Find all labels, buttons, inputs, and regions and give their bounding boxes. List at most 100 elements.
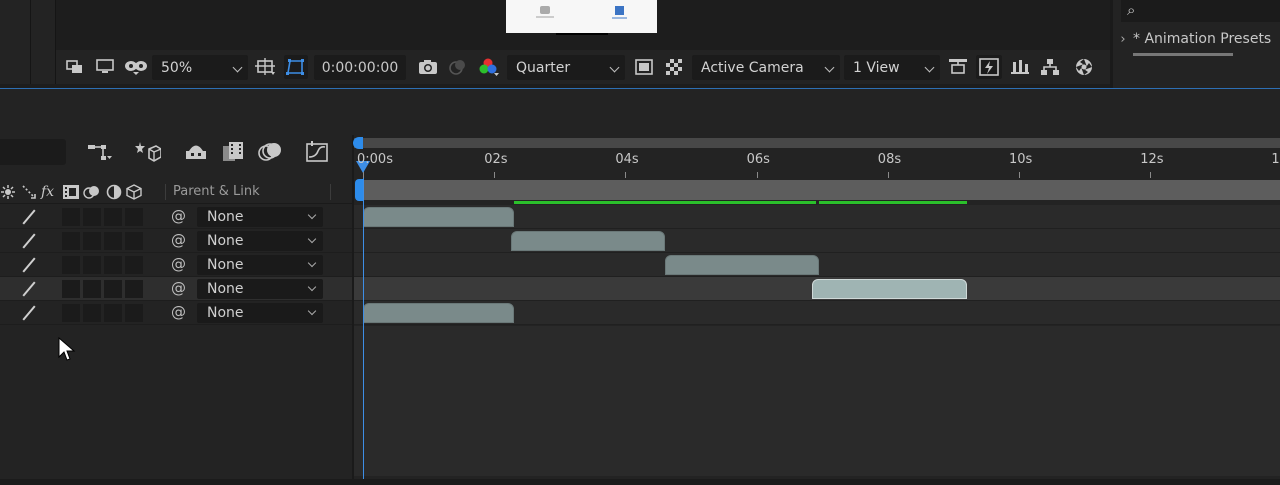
comp-flowchart-icon[interactable] — [86, 139, 114, 165]
switch-cell[interactable] — [62, 280, 80, 298]
layer-search-input[interactable] — [0, 139, 66, 165]
composition-preview[interactable] — [506, 0, 657, 33]
pick-whip-icon[interactable]: @ — [171, 279, 186, 297]
mask-visibility-icon[interactable] — [122, 55, 150, 79]
after-effects-window: 50% 0:00:00:00 Quarter Active Camera 1 V… — [0, 0, 1280, 485]
transparency-grid-icon[interactable] — [662, 55, 686, 79]
switch-cell[interactable] — [83, 232, 101, 250]
pick-whip-icon[interactable]: @ — [171, 207, 186, 225]
quality-switch-icon[interactable] — [21, 305, 37, 321]
monitor-icon[interactable] — [94, 55, 116, 79]
parent-dropdown[interactable]: None — [197, 231, 323, 251]
view-layout-value: 1 View — [853, 59, 900, 76]
parent-dropdown[interactable]: None — [197, 255, 323, 275]
shy-layers-icon[interactable] — [182, 139, 210, 165]
layer-bar-1[interactable] — [363, 207, 514, 227]
layer-row-3[interactable]: @ None — [0, 253, 352, 277]
switch-cell[interactable] — [104, 280, 122, 298]
quality-switch-icon[interactable] — [21, 209, 37, 225]
switch-cell[interactable] — [62, 232, 80, 250]
playhead-line[interactable] — [363, 167, 364, 485]
draft-3d-icon[interactable] — [134, 139, 162, 165]
fast-previews-icon[interactable] — [632, 55, 656, 79]
switch-cell[interactable] — [104, 208, 122, 226]
switch-cell[interactable] — [83, 208, 101, 226]
fast-preview-lightning-icon[interactable] — [976, 55, 1002, 79]
switch-cell[interactable] — [62, 256, 80, 274]
flowchart-icon[interactable] — [1038, 55, 1062, 79]
timeline-empty-area[interactable] — [354, 326, 1280, 476]
quality-switch-icon[interactable] — [21, 257, 37, 273]
preset-group-animation[interactable]: › * Animation Presets — [1113, 28, 1271, 50]
reset-exposure-icon[interactable] — [1072, 55, 1096, 79]
shy-switch-column-icon[interactable] — [0, 184, 16, 204]
layer-row-5[interactable]: @ None — [0, 301, 352, 325]
track-4[interactable] — [354, 277, 1280, 301]
layer-row-2[interactable]: @ None — [0, 229, 352, 253]
motion-blur-column-icon[interactable] — [83, 184, 101, 204]
effects-column-icon[interactable]: fx — [41, 184, 54, 200]
layer-bar-4[interactable] — [812, 279, 967, 299]
title-safe-icon[interactable] — [254, 55, 278, 79]
switch-cell[interactable] — [83, 304, 101, 322]
time-navigator[interactable] — [354, 138, 1280, 148]
switch-cell[interactable] — [83, 280, 101, 298]
time-ruler-label: 12s — [1140, 152, 1164, 167]
track-2[interactable] — [354, 229, 1280, 253]
layer-bar-5[interactable] — [363, 303, 514, 323]
quality-switch-icon[interactable] — [21, 281, 37, 297]
parent-dropdown[interactable]: None — [197, 207, 323, 227]
layer-column-header: fx Parent & Link — [0, 180, 352, 204]
3d-layer-column-icon[interactable] — [126, 184, 142, 204]
switch-cell[interactable] — [125, 304, 143, 322]
time-navigator-start-handle[interactable] — [353, 137, 363, 149]
motion-blur-icon[interactable] — [256, 139, 284, 165]
layer-bar-2[interactable] — [510, 231, 665, 251]
layer-bar-3[interactable] — [664, 255, 819, 275]
layer-row-4[interactable]: @ None — [0, 277, 352, 301]
snapshot-camera-icon[interactable] — [416, 55, 440, 79]
switch-cell[interactable] — [104, 256, 122, 274]
parent-dropdown[interactable]: None — [197, 279, 323, 299]
graph-editor-icon[interactable] — [304, 139, 332, 165]
quality-switch-icon[interactable] — [21, 233, 37, 249]
switch-cell[interactable] — [125, 232, 143, 250]
view-layout-dropdown[interactable]: 1 View — [844, 55, 940, 80]
current-time-display[interactable]: 0:00:00:00 — [314, 55, 406, 80]
effects-presets-panel: ⌕ › * Animation Presets — [1110, 0, 1280, 88]
color-channels-icon[interactable] — [476, 55, 502, 79]
switch-cell[interactable] — [62, 208, 80, 226]
camera-dropdown[interactable]: Active Camera — [692, 55, 840, 80]
work-area-start-handle[interactable] — [355, 179, 363, 201]
pick-whip-icon[interactable]: @ — [171, 255, 186, 273]
track-3[interactable] — [354, 253, 1280, 277]
layer-row-1[interactable]: @ None — [0, 205, 352, 229]
timeline-icon[interactable] — [1008, 55, 1032, 79]
region-of-interest-icon[interactable] — [284, 55, 308, 79]
switch-cell[interactable] — [104, 304, 122, 322]
switch-cell[interactable] — [125, 280, 143, 298]
parent-value: None — [207, 257, 244, 273]
pick-whip-icon[interactable]: @ — [171, 303, 186, 321]
resolution-dropdown[interactable]: Quarter — [507, 55, 625, 80]
switch-cell[interactable] — [62, 304, 80, 322]
frame-blending-icon[interactable] — [220, 139, 248, 165]
pick-whip-icon[interactable]: @ — [171, 231, 186, 249]
effects-search-input[interactable]: ⌕ — [1121, 0, 1280, 22]
parent-value: None — [207, 233, 244, 249]
always-preview-icon[interactable] — [64, 55, 86, 79]
track-1[interactable] — [354, 205, 1280, 229]
switch-cell[interactable] — [125, 256, 143, 274]
parent-dropdown[interactable]: None — [197, 303, 323, 323]
zoom-dropdown[interactable]: 50% — [152, 55, 248, 80]
show-snapshot-icon[interactable] — [446, 55, 470, 79]
toggle-pixel-aspect-icon[interactable] — [946, 55, 970, 79]
frame-blend-column-icon[interactable] — [62, 184, 80, 204]
switch-cell[interactable] — [83, 256, 101, 274]
work-area-bar[interactable] — [362, 180, 1280, 200]
quality-column-icon[interactable] — [21, 184, 37, 204]
switch-cell[interactable] — [104, 232, 122, 250]
switch-cell[interactable] — [125, 208, 143, 226]
adjustment-layer-column-icon[interactable] — [106, 184, 122, 204]
track-5[interactable] — [354, 301, 1280, 325]
